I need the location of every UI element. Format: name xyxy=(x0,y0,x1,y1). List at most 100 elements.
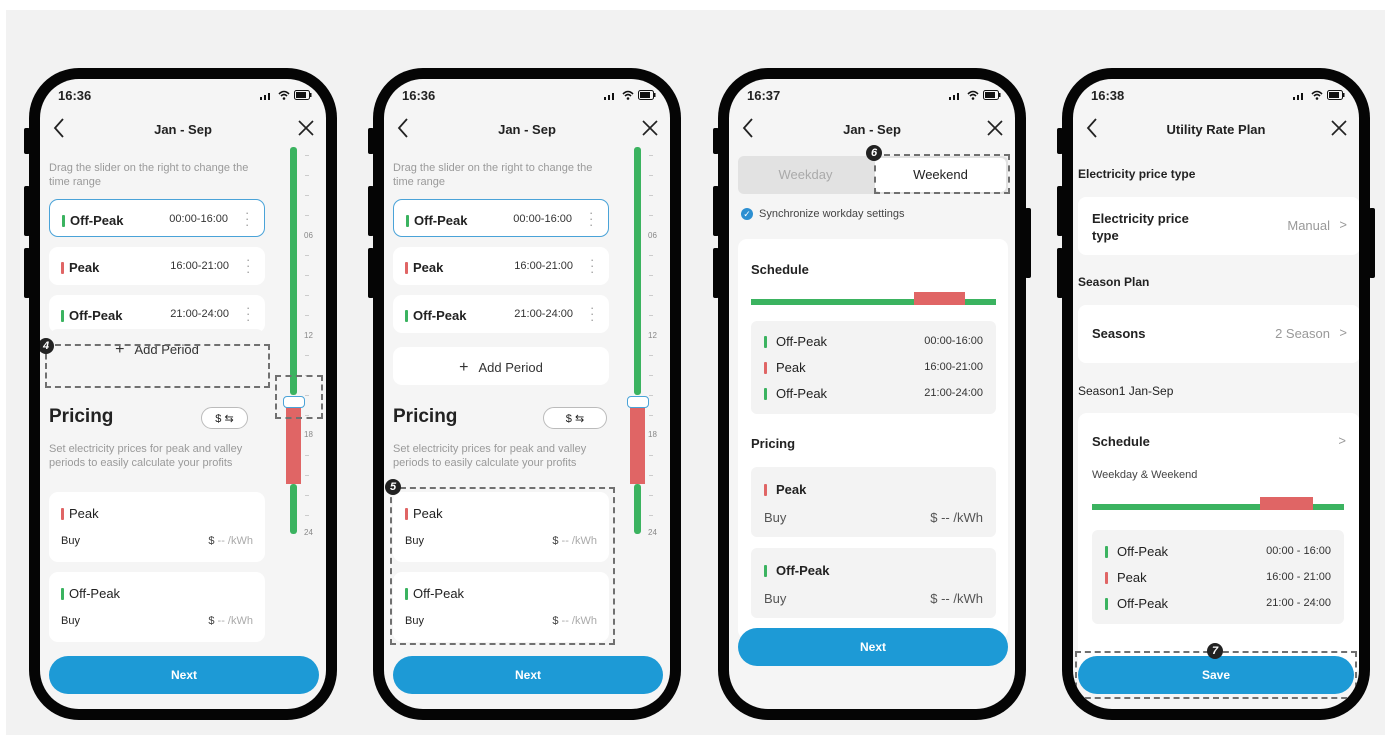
side-button xyxy=(1057,248,1063,298)
price-card-offpeak[interactable]: Off-Peak Buy $ -- /kWh xyxy=(49,572,265,642)
side-button xyxy=(24,186,30,236)
currency: $ xyxy=(208,615,215,627)
offpeak-marker xyxy=(764,335,767,348)
chevron-right-icon[interactable]: > xyxy=(1338,433,1346,448)
side-button xyxy=(1025,208,1031,278)
price-type-row[interactable]: Electricity price type Manual > xyxy=(1078,197,1359,255)
close-icon[interactable] xyxy=(298,120,314,136)
checkmark-icon: ✓ xyxy=(741,208,753,221)
row-name: Off-Peak xyxy=(776,386,828,402)
period-name: Peak xyxy=(413,260,444,276)
schedule-row: Peak 16:00-21:00 xyxy=(764,359,983,375)
price-name: Off-Peak xyxy=(69,586,121,602)
period-card-offpeak[interactable]: Off-Peak 21:00-24:00 · · · xyxy=(393,295,609,333)
period-card-peak[interactable]: Peak 16:00-21:00 · · · xyxy=(49,247,265,285)
tab-weekday[interactable]: Weekday xyxy=(738,156,873,194)
price-type-label: Electricity price type xyxy=(1092,211,1189,243)
section-season-plan: Season Plan xyxy=(1078,275,1150,289)
more-icon[interactable]: · · · xyxy=(245,206,249,231)
slider-handle[interactable] xyxy=(627,396,649,408)
row-name: Off-Peak xyxy=(1117,544,1169,560)
seasons-row[interactable]: Seasons 2 Season > xyxy=(1078,305,1359,363)
price-card-peak[interactable]: Peak Buy $ -- /kWh xyxy=(751,467,996,537)
row-range: 00:00-16:00 xyxy=(924,335,983,347)
status-icons xyxy=(1293,90,1345,100)
close-icon[interactable] xyxy=(1331,120,1347,136)
slider-tick-label: 06 xyxy=(648,231,657,240)
more-icon[interactable]: · · · xyxy=(246,253,250,278)
slider-hint: Drag the slider on the right to change t… xyxy=(393,162,593,188)
phone-frame-2: 16:36 Jan - Sep Drag the slider on the r… xyxy=(368,68,681,720)
screen-2: 16:36 Jan - Sep Drag the slider on the r… xyxy=(384,79,670,709)
price-card-peak[interactable]: Peak Buy $ -- /kWh xyxy=(49,492,265,562)
buy-label: Buy xyxy=(61,535,80,547)
phone-frame-1: 16:36 Jan - Sep Drag the slider on the r… xyxy=(24,68,337,720)
pricing-description: Set electricity prices for peak and vall… xyxy=(393,443,587,469)
peak-marker xyxy=(764,483,767,496)
more-icon[interactable]: · · · xyxy=(590,301,594,326)
price-card-offpeak[interactable]: Off-Peak Buy $ -- /kWh xyxy=(751,548,996,618)
offpeak-marker xyxy=(1105,597,1108,610)
timeline-peak-segment xyxy=(1260,497,1313,510)
period-range: 21:00-24:00 xyxy=(170,308,229,320)
back-chevron-icon[interactable] xyxy=(1085,117,1099,139)
slider-track-peak xyxy=(630,407,645,484)
slider-track-offpeak xyxy=(290,484,297,534)
currency: $ xyxy=(208,535,215,547)
schedule-label[interactable]: Schedule xyxy=(1092,434,1150,449)
buy-value: -- /kWh xyxy=(217,535,253,547)
schedule-row: Off-Peak 21:00 - 24:00 xyxy=(1105,595,1331,611)
offpeak-marker xyxy=(405,309,408,322)
schedule-row: Peak 16:00 - 21:00 xyxy=(1105,569,1331,585)
page-title: Jan - Sep xyxy=(498,122,556,137)
period-card-offpeak[interactable]: Off-Peak 21:00-24:00 · · · xyxy=(49,295,265,333)
signal-icon xyxy=(260,92,270,100)
price-name: Peak xyxy=(776,482,807,498)
pricing-title: Pricing xyxy=(49,406,114,427)
slider-tick-label: 12 xyxy=(304,331,313,340)
back-chevron-icon[interactable] xyxy=(396,117,410,139)
schedule-timeline xyxy=(1092,497,1344,510)
slider-tick-label: 06 xyxy=(304,231,313,240)
add-period-label: Add Period xyxy=(478,360,543,375)
screen-1: 16:36 Jan - Sep Drag the slider on the r… xyxy=(40,79,326,709)
phone-frame-3: 16:37 Jan - Sep Weekday Weekend 6 ✓ Synch… xyxy=(713,68,1031,720)
schedule-timeline xyxy=(751,292,996,305)
period-card-peak[interactable]: Peak 16:00-21:00 · · · xyxy=(393,247,609,285)
period-card-offpeak[interactable]: Off-Peak 00:00-16:00 · · · xyxy=(49,199,265,237)
schedule-list: Off-Peak 00:00-16:00 Peak 16:00-21:00 Off-… xyxy=(751,321,996,414)
currency-toggle[interactable]: $ ⇆ xyxy=(543,407,607,429)
back-chevron-icon[interactable] xyxy=(741,117,755,139)
next-button[interactable]: Next xyxy=(738,628,1008,666)
add-period-button[interactable]: + Add Period xyxy=(393,347,609,385)
wifi-icon xyxy=(622,90,634,100)
page-title: Jan - Sep xyxy=(154,122,212,137)
status-time: 16:36 xyxy=(402,88,436,103)
period-range: 00:00-16:00 xyxy=(169,213,228,225)
currency-toggle[interactable]: $ ⇆ xyxy=(201,407,248,429)
slider-track-offpeak xyxy=(290,147,297,395)
period-range: 16:00-21:00 xyxy=(514,260,573,272)
next-button[interactable]: Next xyxy=(393,656,663,694)
next-button[interactable]: Next xyxy=(49,656,319,694)
period-name: Off-Peak xyxy=(414,213,468,229)
seasons-value: 2 Season xyxy=(1275,326,1330,341)
close-icon[interactable] xyxy=(987,120,1003,136)
period-card-offpeak[interactable]: Off-Peak 00:00-16:00 · · · xyxy=(393,199,609,237)
sync-workday-checkbox[interactable]: ✓ Synchronize workday settings xyxy=(741,208,905,221)
side-button xyxy=(713,128,719,154)
offpeak-marker xyxy=(764,387,767,400)
close-icon[interactable] xyxy=(642,120,658,136)
screen-3: 16:37 Jan - Sep Weekday Weekend 6 ✓ Synch… xyxy=(729,79,1015,709)
wifi-icon xyxy=(967,90,979,100)
more-icon[interactable]: · · · xyxy=(589,206,593,231)
status-time: 16:36 xyxy=(58,88,92,103)
period-name: Off-Peak xyxy=(69,308,123,324)
back-chevron-icon[interactable] xyxy=(52,117,66,139)
more-icon[interactable]: · · · xyxy=(246,301,250,326)
more-icon[interactable]: · · · xyxy=(590,253,594,278)
price-name: Peak xyxy=(69,506,99,522)
step-badge: 7 xyxy=(1207,643,1223,659)
side-button xyxy=(24,248,30,298)
screen-4: 16:38 Utility Rate Plan Electricity pric… xyxy=(1073,79,1359,709)
